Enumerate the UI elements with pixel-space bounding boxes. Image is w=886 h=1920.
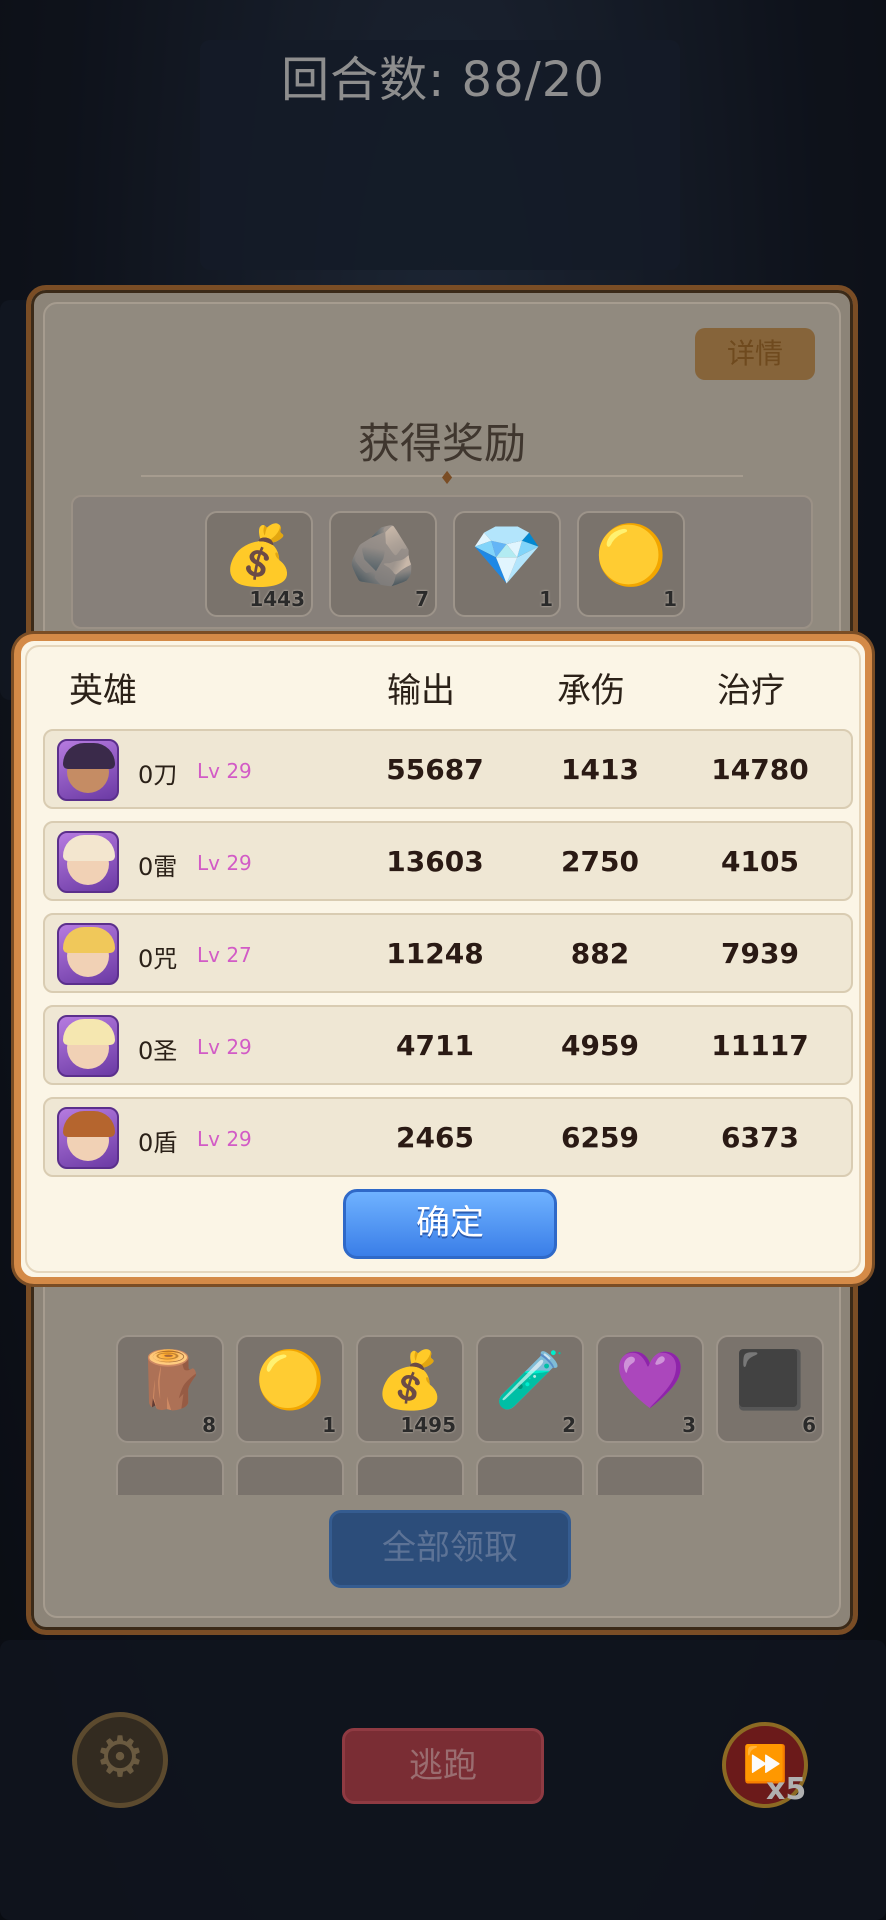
gold-bag-icon: 💰: [222, 521, 296, 589]
hero-name: 0刀: [138, 761, 178, 789]
item-count: 8: [202, 1413, 216, 1437]
header-damage: 输出: [387, 671, 455, 711]
avatar-hair: [63, 835, 115, 861]
hero-name: 0雷: [138, 853, 178, 881]
hero-name: 0盾: [138, 1129, 178, 1157]
damage-value: 2465: [396, 1121, 474, 1154]
reward-title: 获得奖励: [357, 419, 526, 468]
reward-item[interactable]: 💰 1443: [205, 511, 313, 617]
hero-level: Lv 29: [197, 1035, 252, 1059]
item-count: 1: [539, 587, 553, 611]
hero-avatar[interactable]: [57, 739, 119, 801]
purple-gem-icon: 💜: [615, 1348, 685, 1413]
stone-ore-icon: 🪨: [346, 521, 420, 589]
hero-stat-row: 0圣 Lv 29 4711 4959 11117: [43, 1005, 853, 1085]
gold-bag-icon: 💰: [375, 1348, 445, 1413]
reward-grid-row: 🪵 8 🟡 1 💰 1495 🧪 2 💜 3 ⬛ 6: [86, 1335, 824, 1445]
reward-item[interactable]: 🪨 7: [329, 511, 437, 617]
hero-name: 0咒: [138, 945, 178, 973]
reward-item[interactable]: [236, 1455, 344, 1495]
header-hero: 英雄: [69, 671, 137, 711]
gold-ore-icon: 🟡: [594, 521, 668, 589]
hero-stat-row: 0刀 Lv 29 55687 1413 14780: [43, 729, 853, 809]
item-count: 1495: [400, 1413, 456, 1437]
wood-logs-icon: 🪵: [135, 1348, 205, 1413]
settings-gear-button[interactable]: ⚙: [72, 1712, 168, 1808]
avatar-hair: [63, 927, 115, 953]
hero-avatar[interactable]: [57, 1015, 119, 1077]
blue-potion-icon: 🧪: [495, 1348, 565, 1413]
claim-all-button[interactable]: 全部领取: [329, 1510, 571, 1588]
healing-value: 14780: [711, 753, 809, 786]
hero-level: Lv 29: [197, 759, 252, 783]
item-count: 6: [802, 1413, 816, 1437]
reward-item[interactable]: 💜 3: [596, 1335, 704, 1443]
healing-value: 7939: [721, 937, 799, 970]
avatar-hair: [63, 1019, 115, 1045]
item-count: 1443: [249, 587, 305, 611]
damage-taken-value: 882: [570, 937, 630, 970]
damage-taken-value: 1413: [561, 753, 639, 786]
avatar-hair: [63, 1111, 115, 1137]
battle-stats-modal: 英雄 输出 承伤 治疗 0刀 Lv 29 55687 1413 14780 0雷…: [14, 634, 872, 1284]
damage-value: 13603: [386, 845, 484, 878]
item-count: 1: [322, 1413, 336, 1437]
header-healing: 治疗: [717, 671, 785, 711]
hero-stat-row: 0雷 Lv 29 13603 2750 4105: [43, 821, 853, 901]
hero-avatar[interactable]: [57, 831, 119, 893]
details-button[interactable]: 详情: [695, 328, 815, 380]
damage-value: 4711: [396, 1029, 474, 1062]
healing-value: 4105: [721, 845, 799, 878]
reward-grid-row: [86, 1455, 798, 1495]
reward-item[interactable]: 💎 1: [453, 511, 561, 617]
damage-value: 11248: [386, 937, 484, 970]
reward-item[interactable]: 🟡 1: [236, 1335, 344, 1443]
avatar-hair: [63, 743, 115, 769]
hero-avatar[interactable]: [57, 1107, 119, 1169]
hero-stat-row: 0咒 Lv 27 11248 882 7939: [43, 913, 853, 993]
green-gem-icon: 💎: [470, 521, 544, 589]
speed-multiplier-label: x5: [766, 1772, 807, 1807]
hero-level: Lv 29: [197, 1127, 252, 1151]
reward-item[interactable]: 💰 1495: [356, 1335, 464, 1443]
item-count: 3: [682, 1413, 696, 1437]
gear-icon: ⚙: [94, 1725, 146, 1790]
hero-level: Lv 27: [197, 943, 252, 967]
round-counter: 回合数: 88/20: [281, 52, 605, 108]
healing-value: 11117: [711, 1029, 809, 1062]
hero-level: Lv 29: [197, 851, 252, 875]
hero-stat-row: 0盾 Lv 29 2465 6259 6373: [43, 1097, 853, 1177]
reward-item[interactable]: 🧪 2: [476, 1335, 584, 1443]
iron-ingot-icon: ⬛: [735, 1348, 805, 1413]
reward-item[interactable]: [116, 1455, 224, 1495]
damage-value: 55687: [386, 753, 484, 786]
reward-summary-row: 💰 1443 🪨 7 💎 1 🟡 1: [71, 495, 813, 629]
damage-taken-value: 4959: [561, 1029, 639, 1062]
reward-item[interactable]: 🟡 1: [577, 511, 685, 617]
flee-button[interactable]: 逃跑: [342, 1728, 544, 1804]
item-count: 2: [562, 1413, 576, 1437]
hero-name: 0圣: [138, 1037, 178, 1065]
hero-avatar[interactable]: [57, 923, 119, 985]
reward-item[interactable]: 🪵 8: [116, 1335, 224, 1443]
reward-item[interactable]: ⬛ 6: [716, 1335, 824, 1443]
reward-item[interactable]: [596, 1455, 704, 1495]
gold-ore-icon: 🟡: [255, 1348, 325, 1413]
confirm-button[interactable]: 确定: [343, 1189, 557, 1259]
item-count: 1: [663, 587, 677, 611]
damage-taken-value: 2750: [561, 845, 639, 878]
reward-item[interactable]: [476, 1455, 584, 1495]
item-count: 7: [415, 587, 429, 611]
diamond-ornament-icon: ♦: [439, 468, 456, 489]
header-damage-taken: 承伤: [557, 671, 625, 711]
reward-item[interactable]: [356, 1455, 464, 1495]
healing-value: 6373: [721, 1121, 799, 1154]
damage-taken-value: 6259: [561, 1121, 639, 1154]
